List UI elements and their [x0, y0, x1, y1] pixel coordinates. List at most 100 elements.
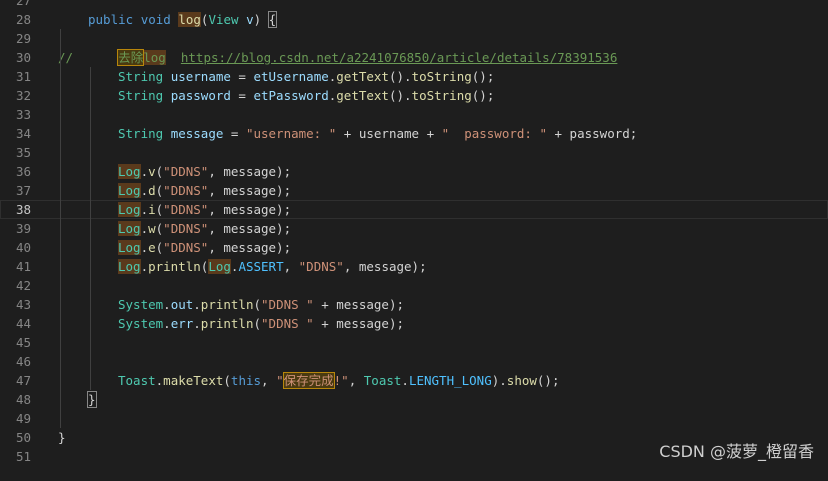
- code-line[interactable]: 32 String password = etPassword.getText()…: [0, 86, 828, 105]
- code-token: void: [140, 12, 171, 27]
- code-token: ).: [491, 373, 507, 388]
- code-text: Log.e("DDNS", message);: [118, 238, 291, 257]
- code-token: String: [118, 126, 164, 141]
- code-line[interactable]: 40 Log.e("DDNS", message);: [0, 238, 828, 257]
- code-line[interactable]: 27: [0, 0, 828, 10]
- code-token: v: [246, 12, 254, 27]
- line-number: 41: [15, 259, 31, 274]
- code-token: "DDNS ": [261, 297, 314, 312]
- code-token: ): [253, 12, 269, 27]
- code-token: 保存完成: [282, 372, 335, 389]
- code-token: .: [140, 221, 149, 236]
- code-line[interactable]: 30 // 去除log https://blog.csdn.net/a224107…: [0, 48, 828, 67]
- line-number: 38: [15, 202, 31, 217]
- line-number: 51: [15, 449, 31, 464]
- code-token: LENGTH_LONG: [408, 373, 492, 388]
- code-text: String message = "username: " + username…: [118, 124, 637, 143]
- code-line[interactable]: 47 Toast.makeText(this, "保存完成!", Toast.LE…: [0, 371, 828, 390]
- code-token: "DDNS": [163, 202, 209, 217]
- code-line[interactable]: 29: [0, 29, 828, 48]
- line-number: 34: [15, 126, 31, 141]
- code-token: .: [193, 297, 201, 312]
- code-line[interactable]: 41 Log.println(Log.ASSERT, "DDNS", messag…: [0, 257, 828, 276]
- code-token: Toast: [363, 373, 402, 388]
- line-number: 50: [15, 430, 31, 445]
- code-token: , message);: [208, 183, 292, 198]
- line-number: 48: [15, 392, 31, 407]
- code-token: toString: [411, 88, 472, 103]
- code-token: =: [230, 69, 254, 84]
- code-line[interactable]: 33: [0, 105, 828, 124]
- code-line[interactable]: 35: [0, 143, 828, 162]
- code-token: println: [200, 297, 254, 312]
- code-token: !": [333, 373, 349, 388]
- code-text: Log.println(Log.ASSERT, "DDNS", message)…: [118, 257, 427, 276]
- code-token: Log: [118, 202, 141, 217]
- code-token: ().: [388, 69, 412, 84]
- code-line[interactable]: 44 System.err.println("DDNS " + message);: [0, 314, 828, 333]
- code-line[interactable]: 39 Log.w("DDNS", message);: [0, 219, 828, 238]
- code-token: .: [140, 202, 149, 217]
- code-token: .: [140, 259, 149, 274]
- code-line[interactable]: 42: [0, 276, 828, 295]
- code-token: i: [148, 202, 156, 217]
- code-text: public void log(View v) {: [88, 10, 278, 29]
- indent-guide: [60, 29, 61, 428]
- code-token: .: [140, 183, 149, 198]
- code-token: ().: [388, 88, 412, 103]
- code-token: 去除: [117, 49, 145, 66]
- line-number: 35: [15, 145, 31, 160]
- line-number: 39: [15, 221, 31, 236]
- code-token: err: [170, 316, 194, 331]
- line-number: 43: [15, 297, 31, 312]
- code-line[interactable]: 46: [0, 352, 828, 371]
- code-token: =: [223, 126, 246, 141]
- code-token: ();: [471, 88, 495, 103]
- code-token: .: [140, 240, 149, 255]
- code-text: }: [87, 390, 97, 409]
- code-token: }: [87, 391, 97, 408]
- code-line[interactable]: 43 System.out.println("DDNS " + message);: [0, 295, 828, 314]
- line-number: 40: [15, 240, 31, 255]
- code-token: ();: [471, 69, 495, 84]
- code-token: " password: ": [441, 126, 547, 141]
- line-number: 31: [15, 69, 31, 84]
- code-token: + username +: [336, 126, 442, 141]
- code-line[interactable]: 28 public void log(View v) {: [0, 10, 828, 29]
- code-token: Log: [118, 183, 141, 198]
- code-token: e: [148, 240, 156, 255]
- code-line[interactable]: 36 Log.v("DDNS", message);: [0, 162, 828, 181]
- code-line[interactable]: 37 Log.d("DDNS", message);: [0, 181, 828, 200]
- code-token: , message);: [208, 240, 292, 255]
- code-text: }: [58, 428, 66, 447]
- code-token: log: [143, 50, 166, 65]
- code-token: (: [253, 297, 262, 312]
- code-line[interactable]: 48}: [0, 390, 828, 409]
- code-token: Log: [118, 259, 141, 274]
- code-token: }: [58, 430, 66, 445]
- code-text: System.out.println("DDNS " + message);: [118, 295, 404, 314]
- code-token: "DDNS": [163, 164, 209, 179]
- line-number: 42: [15, 278, 31, 293]
- code-token: "username: ": [245, 126, 337, 141]
- code-token: System: [118, 316, 164, 331]
- code-token: ,: [283, 259, 299, 274]
- code-line[interactable]: 31 String username = etUsername.getText()…: [0, 67, 828, 86]
- code-line[interactable]: 49: [0, 409, 828, 428]
- line-number: 32: [15, 88, 31, 103]
- line-number: 28: [15, 12, 31, 27]
- code-token: https://blog.csdn.net/a2241076850/articl…: [180, 50, 618, 65]
- code-editor[interactable]: 27 28 public void log(View v) {29 30// 去除lo…: [0, 0, 828, 481]
- code-token: Log: [118, 221, 141, 236]
- line-number: 36: [15, 164, 31, 179]
- code-line[interactable]: 34 String message = "username: " + userna…: [0, 124, 828, 143]
- code-token: "DDNS": [163, 183, 209, 198]
- code-token: this: [230, 373, 262, 388]
- code-text: String password = etPassword.getText().t…: [118, 86, 494, 105]
- code-token: username: [170, 69, 231, 84]
- code-line[interactable]: 45: [0, 333, 828, 352]
- code-line[interactable]: 38 Log.i("DDNS", message);: [0, 200, 828, 219]
